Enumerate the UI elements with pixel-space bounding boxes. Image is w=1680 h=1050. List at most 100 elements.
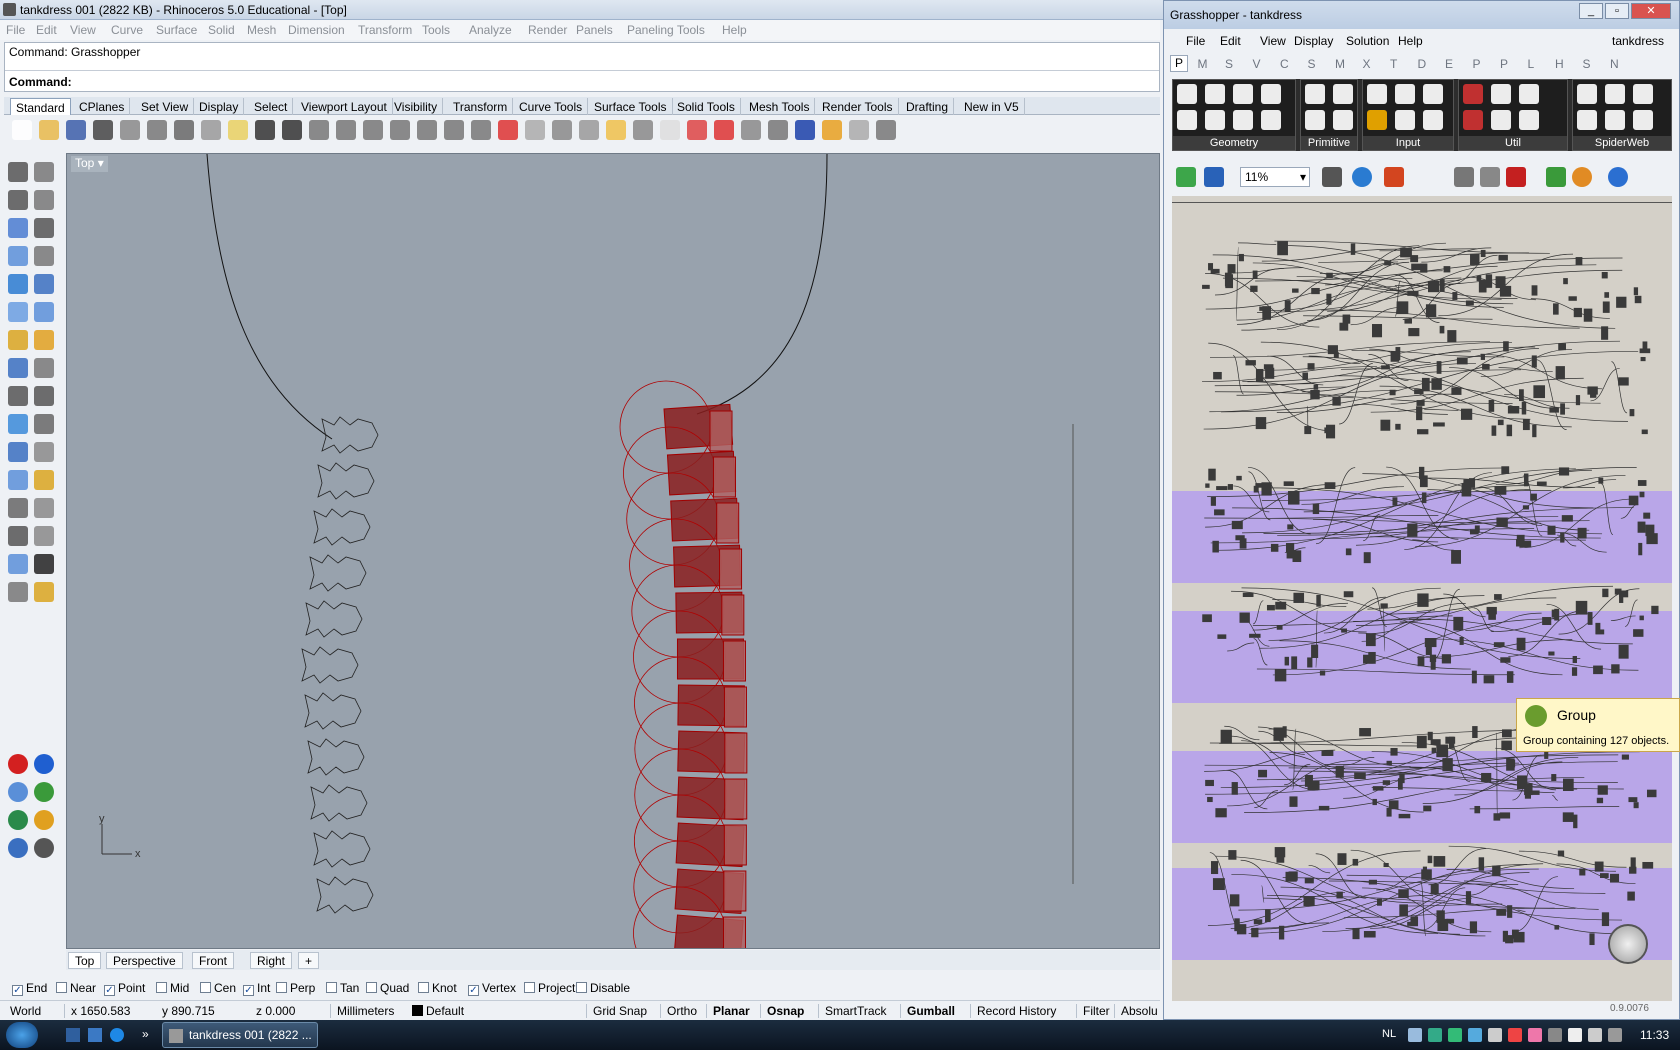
toolbar-icon-21[interactable] xyxy=(579,120,599,140)
toolbar-icon-0[interactable] xyxy=(12,120,32,140)
toolbar-icon-4[interactable] xyxy=(120,120,140,140)
gh-component-tab-6[interactable]: M xyxy=(1335,57,1345,71)
component-icon[interactable] xyxy=(1519,110,1539,130)
start-button[interactable] xyxy=(6,1022,38,1048)
clock[interactable]: 11:33 xyxy=(1640,1028,1669,1042)
component-icon[interactable] xyxy=(1333,110,1353,130)
menu-transform[interactable]: Transform xyxy=(358,23,412,37)
toolbar-icon-31[interactable] xyxy=(849,120,869,140)
quicklaunch-more-icon[interactable]: » xyxy=(142,1027,149,1041)
units-label[interactable]: Millimeters xyxy=(330,1004,394,1018)
component-icon[interactable] xyxy=(1333,84,1353,104)
gh-component-tab-11[interactable]: P xyxy=(1473,57,1481,71)
tool-icon-4[interactable] xyxy=(8,218,28,238)
component-icon[interactable] xyxy=(1577,84,1597,104)
component-icon[interactable] xyxy=(1463,110,1483,130)
render-tool-icon-6[interactable] xyxy=(8,838,28,858)
tool-icon-23[interactable] xyxy=(34,470,54,490)
viewport-tab-right[interactable]: Right xyxy=(250,952,293,969)
toolbar-tab-display[interactable]: Display xyxy=(194,98,245,115)
tool-icon-17[interactable] xyxy=(34,386,54,406)
toolbar-tab-curve-tools[interactable]: Curve Tools xyxy=(514,98,589,115)
toolbar-tab-cplanes[interactable]: CPlanes xyxy=(74,98,131,115)
gh-component-tab-16[interactable]: N xyxy=(1610,57,1619,71)
menu-tools[interactable]: Tools xyxy=(422,23,450,37)
tray-icon-10[interactable] xyxy=(1608,1028,1622,1042)
toolbar-icon-12[interactable] xyxy=(336,120,356,140)
render-tool-icon-4[interactable] xyxy=(8,810,28,830)
ortho-toggle[interactable]: Ortho xyxy=(660,1004,697,1018)
gh-component-tab-3[interactable]: V xyxy=(1253,57,1261,71)
component-icon[interactable] xyxy=(1177,84,1197,104)
toolbar-tab-surface-tools[interactable]: Surface Tools xyxy=(589,98,673,115)
component-icon[interactable] xyxy=(1261,84,1281,104)
osnap-checkbox[interactable] xyxy=(576,982,587,993)
tool-icon-21[interactable] xyxy=(34,442,54,462)
gh-menu-edit[interactable]: Edit xyxy=(1220,34,1241,48)
preview-selected-icon[interactable] xyxy=(1506,167,1526,187)
tray-icon-6[interactable] xyxy=(1528,1028,1542,1042)
gh-component-tab-10[interactable]: E xyxy=(1445,57,1453,71)
toolbar-icon-29[interactable] xyxy=(795,120,815,140)
gh-component-tab-14[interactable]: H xyxy=(1555,57,1564,71)
planar-toggle[interactable]: Planar xyxy=(706,1004,750,1018)
toolbar-tab-transform[interactable]: Transform xyxy=(448,98,514,115)
osnap-toggle[interactable]: Osnap xyxy=(760,1004,804,1018)
command-area[interactable]: Command: Grasshopper Command: xyxy=(4,42,1160,92)
tool-icon-15[interactable] xyxy=(34,358,54,378)
toolbar-icon-2[interactable] xyxy=(66,120,86,140)
component-icon[interactable] xyxy=(1519,84,1539,104)
render-tool-icon-7[interactable] xyxy=(34,838,54,858)
gh-menu-view[interactable]: View xyxy=(1260,34,1286,48)
toolbar-icon-11[interactable] xyxy=(309,120,329,140)
gh-component-tab-9[interactable]: D xyxy=(1418,57,1427,71)
toolbar-icon-10[interactable] xyxy=(282,120,302,140)
tool-icon-11[interactable] xyxy=(34,302,54,322)
osnap-checkbox[interactable] xyxy=(156,982,167,993)
toolbar-icon-16[interactable] xyxy=(444,120,464,140)
toolbar-icon-22[interactable] xyxy=(606,120,626,140)
toolbar-icon-7[interactable] xyxy=(201,120,221,140)
explorer-icon[interactable] xyxy=(88,1028,102,1042)
tool-icon-1[interactable] xyxy=(34,162,54,182)
tray-icon-9[interactable] xyxy=(1588,1028,1602,1042)
preview-eye-icon[interactable] xyxy=(1352,167,1372,187)
menu-help[interactable]: Help xyxy=(722,23,747,37)
toolbar-icon-25[interactable] xyxy=(687,120,707,140)
menu-surface[interactable]: Surface xyxy=(156,23,197,37)
toolbar-tab-visibility[interactable]: Visibility xyxy=(389,98,444,115)
save-icon[interactable] xyxy=(1204,167,1224,187)
toolbar-icon-32[interactable] xyxy=(876,120,896,140)
internet-explorer-icon[interactable] xyxy=(110,1028,124,1042)
toolbar-tab-new-in-v5[interactable]: New in V5 xyxy=(959,98,1025,115)
gh-component-tab-8[interactable]: T xyxy=(1390,57,1397,71)
osnap-vertex[interactable]: ✓ Vertex xyxy=(468,981,516,996)
component-icon[interactable] xyxy=(1205,84,1225,104)
tray-icon-4[interactable] xyxy=(1488,1028,1502,1042)
component-icon[interactable] xyxy=(1233,84,1253,104)
tool-icon-31[interactable] xyxy=(34,582,54,602)
tray-icon-7[interactable] xyxy=(1548,1028,1562,1042)
toolbar-icon-6[interactable] xyxy=(174,120,194,140)
component-icon[interactable] xyxy=(1633,110,1653,130)
menu-paneling-tools[interactable]: Paneling Tools xyxy=(627,23,705,37)
tray-icon-1[interactable] xyxy=(1428,1028,1442,1042)
tool-icon-27[interactable] xyxy=(34,526,54,546)
filter-toggle[interactable]: Filter xyxy=(1076,1004,1110,1018)
absolute-toggle[interactable]: Absolu xyxy=(1114,1004,1158,1018)
tool-icon-3[interactable] xyxy=(34,190,54,210)
toolbar-icon-3[interactable] xyxy=(93,120,113,140)
component-icon[interactable] xyxy=(1367,84,1387,104)
toolbar-icon-13[interactable] xyxy=(363,120,383,140)
toolbar-icon-14[interactable] xyxy=(390,120,410,140)
toolbar-tab-mesh-tools[interactable]: Mesh Tools xyxy=(744,98,816,115)
toolbar-icon-1[interactable] xyxy=(39,120,59,140)
zoom-extents-icon[interactable] xyxy=(1322,167,1342,187)
osnap-disable[interactable]: Disable xyxy=(576,981,630,995)
menu-panels[interactable]: Panels xyxy=(576,23,613,37)
osnap-perp[interactable]: Perp xyxy=(276,981,315,995)
component-icon[interactable] xyxy=(1577,110,1597,130)
osnap-checkbox[interactable] xyxy=(326,982,337,993)
record-history-toggle[interactable]: Record History xyxy=(970,1004,1056,1018)
close-icon[interactable]: ✕ xyxy=(1631,3,1671,19)
